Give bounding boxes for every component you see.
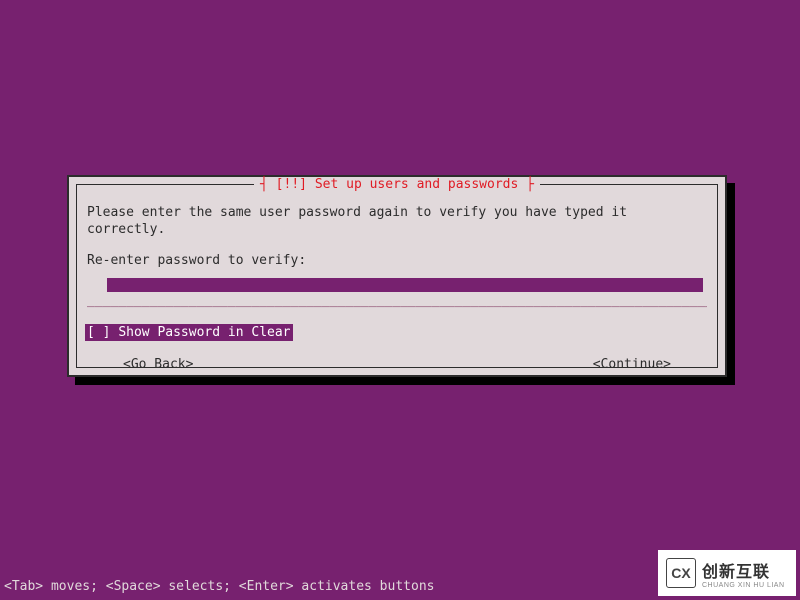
installer-dialog: ┤ [!!] Set up users and passwords ├ Plea…: [67, 175, 727, 377]
watermark-brand: 创新互联: [702, 558, 785, 582]
go-back-button[interactable]: <Go Back>: [123, 357, 193, 372]
password-input[interactable]: [107, 278, 703, 292]
watermark: CX 创新互联 CHUANG XIN HU LIAN: [658, 550, 796, 596]
watermark-logo-icon: CX: [666, 558, 696, 588]
dialog-prompt-text: Please enter the same user password agai…: [87, 205, 707, 239]
continue-button[interactable]: <Continue>: [593, 357, 671, 372]
show-password-checkbox[interactable]: [ ] Show Password in Clear: [85, 324, 293, 341]
dialog-title: ┤ [!!] Set up users and passwords ├: [254, 177, 540, 192]
dialog-frame: ┤ [!!] Set up users and passwords ├ Plea…: [76, 184, 718, 368]
checkbox-label: Show Password in Clear: [118, 325, 290, 340]
status-hint: <Tab> moves; <Space> selects; <Enter> ac…: [4, 579, 434, 594]
password-field-label: Re-enter password to verify:: [87, 253, 707, 270]
watermark-sub: CHUANG XIN HU LIAN: [702, 582, 785, 589]
checkbox-state: [ ]: [87, 325, 110, 340]
input-underline: ________________________________________…: [87, 296, 707, 308]
